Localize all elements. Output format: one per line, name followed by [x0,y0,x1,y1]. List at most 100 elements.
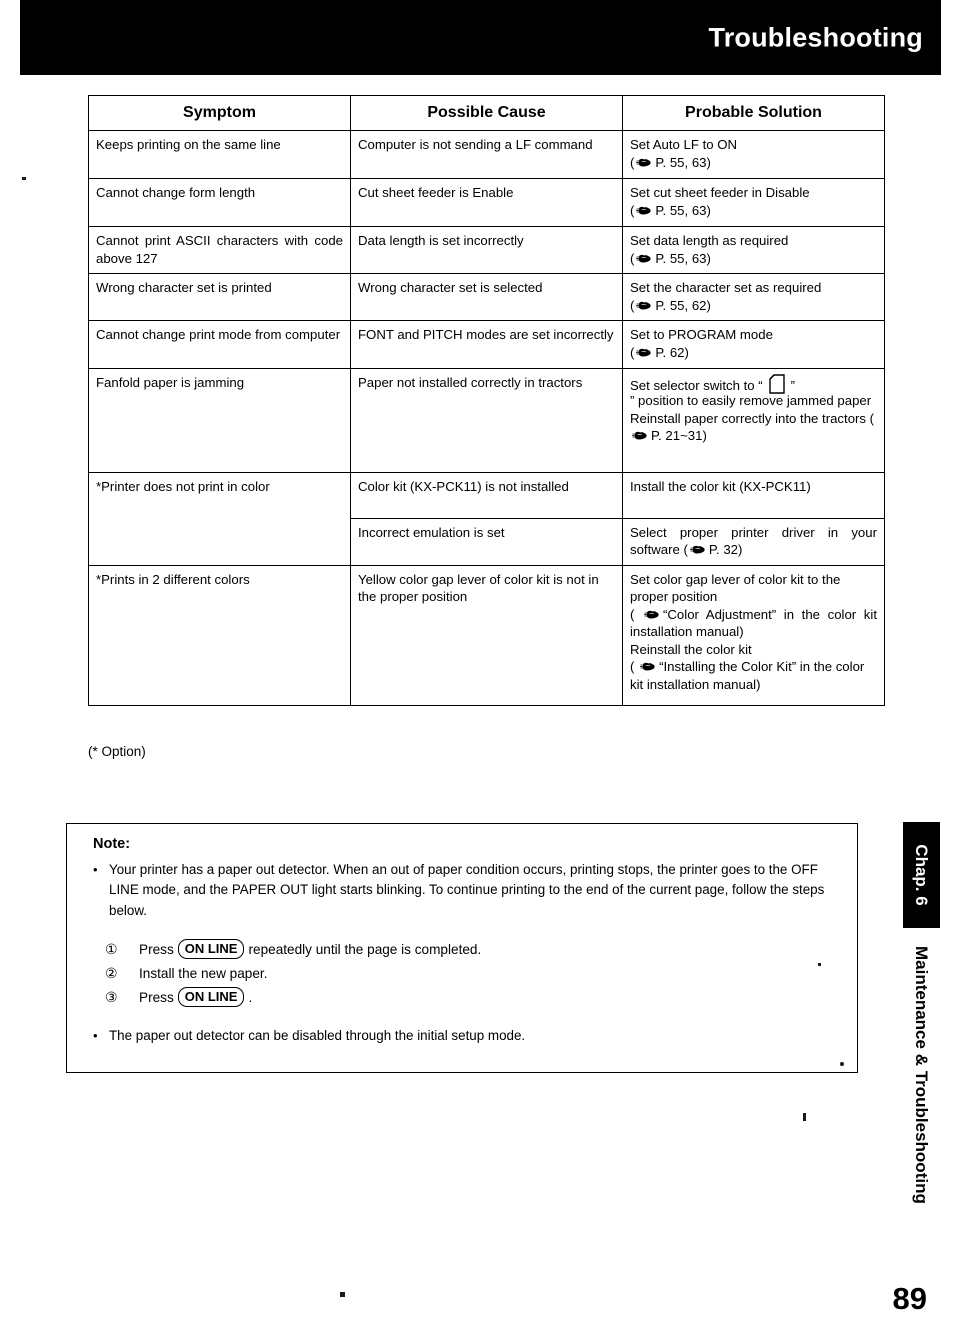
pointing-hand-icon [689,544,706,555]
chapter-name-vertical: Maintenance & Troubleshooting [912,946,931,1204]
step-text-pre: Install the new paper. [139,965,268,981]
cell-symptom: *Printer does not print in color [88,471,351,566]
step-number: ② [105,964,118,981]
note-steps-list: ① Press ON LINE repeatedly until the pag… [105,937,481,1009]
scan-speck [803,1113,806,1121]
pointing-hand-icon [639,661,656,672]
option-footnote: (* Option) [88,744,146,759]
scan-speck [818,963,821,966]
cell-cause: Paper not installed correctly in tractor… [350,367,623,473]
solution-line: Set data length as required [630,233,789,249]
note-paragraph: • The paper out detector can be disabled… [93,1026,833,1046]
solution-line: Set selector switch to “” [630,373,877,395]
chapter-tab-label: Chap. 6 [912,844,931,906]
solution-line: Set color gap lever of color kit to the … [630,571,841,605]
on-line-key[interactable]: ON LINE [177,986,245,1008]
cell-symptom: Wrong character set is printed [88,273,351,322]
cell-symptom: Cannot print ASCII characters with code … [88,226,351,275]
list-item: ② Install the new paper. [105,961,481,985]
cell-solution: Set cut sheet feeder in Disable (P. 55, … [622,178,885,228]
solution-line: ( “Installing the Color Kit” in the colo… [630,659,865,692]
solution-line: ( “Color Adjustment” in the color kit in… [630,606,877,640]
cell-cause: Yellow color gap lever of color kit is n… [350,564,623,706]
cell-cause: Computer is not sending a LF command [350,130,623,180]
list-item: ③ Press ON LINE . [105,985,481,1009]
solution-line: Set to PROGRAM mode [630,327,773,343]
note-paragraph-text: The paper out detector can be disabled t… [109,1028,526,1043]
step-text-pre: Press [139,989,174,1005]
solution-line: Set Auto LF to ON [630,137,738,153]
cell-symptom: *Prints in 2 different colors [88,564,351,706]
solution-reference: (P. 55, 63) [630,250,711,266]
pointing-hand-icon [635,347,652,358]
pointing-hand-icon [631,430,648,441]
step-number: ③ [105,988,118,1005]
table-row: Fanfold paper is jamming Paper not insta… [88,367,885,473]
solution-reference: (P. 55, 62) [630,297,711,313]
table-row: Keeps printing on the same line Computer… [88,130,885,180]
table-row: Cannot change print mode from computer F… [88,320,885,369]
bullet-icon: • [93,1028,98,1043]
cell-solution: Select proper printer driver in your sof… [622,517,885,566]
cell-cause: Data length is set incorrectly [350,226,623,275]
page-title: Troubleshooting [708,22,923,52]
note-paragraph: • Your printer has a paper out detector.… [93,860,833,921]
column-header-possible-cause: Possible Cause [350,94,623,132]
solution-reference: (P. 62) [630,345,689,360]
table-row: Cannot change form length Cut sheet feed… [88,178,885,228]
cell-solution: Set selector switch to “” ” position to … [622,367,885,473]
table-row: Wrong character set is printed Wrong cha… [88,273,885,322]
solution-reference: (P. 55, 63) [630,154,711,170]
cell-symptom: Fanfold paper is jamming [88,367,351,473]
table-row: Cannot print ASCII characters with code … [88,226,885,275]
cell-solution: Set to PROGRAM mode (P. 62) [622,320,885,369]
cell-symptom: Keeps printing on the same line [88,130,351,180]
cell-symptom: Cannot change form length [88,178,351,228]
column-header-probable-solution: Probable Solution [622,94,885,132]
solution-line: Set cut sheet feeder in Disable [630,185,810,201]
step-number: ① [105,940,118,957]
note-title: Note: [93,836,131,852]
solution-line: Reinstall paper correctly into the tract… [630,410,875,444]
table-header-row: Symptom Possible Cause Probable Solution [88,94,885,132]
page-header-banner: Troubleshooting [20,0,941,75]
solution-line: Reinstall the color kit [630,641,752,657]
bullet-icon: • [93,862,98,877]
pointing-hand-icon [635,157,652,168]
cell-cause: Incorrect emulation is set [350,517,623,566]
column-header-symptom: Symptom [88,94,351,132]
solution-line: Set the character set as required [630,280,822,296]
table-row: *Printer does not print in color Color k… [88,471,885,566]
step-text-pre: Press [139,941,174,957]
page-number: 89 [892,1281,927,1316]
cell-solution: Set data length as required (P. 55, 63) [622,226,885,275]
list-item: ① Press ON LINE repeatedly until the pag… [105,937,481,961]
cell-symptom: Cannot change print mode from computer [88,320,351,369]
cell-solution: Set color gap lever of color kit to the … [622,564,885,706]
cell-cause: FONT and PITCH modes are set incorrectly [350,320,623,369]
scan-speck [340,1292,345,1297]
cell-cause: Color kit (KX-PCK11) is not installed [350,471,623,519]
cell-solution: Install the color kit (KX-PCK11) [622,471,885,519]
cell-cause: Cut sheet feeder is Enable [350,178,623,228]
pointing-hand-icon [635,253,652,264]
step-text-post: . [248,989,253,1005]
chapter-tab: Chap. 6 [903,822,940,928]
cell-cause: Wrong character set is selected [350,273,623,322]
solution-reference: (P. 55, 63) [630,202,711,218]
table-row: *Prints in 2 different colors Yellow col… [88,564,885,706]
note-paragraph-text: Your printer has a paper out detector. W… [109,862,825,918]
on-line-key[interactable]: ON LINE [177,938,245,960]
cell-solution: Set Auto LF to ON (P. 55, 63) [622,130,885,180]
troubleshooting-table: Symptom Possible Cause Probable Solution… [88,94,885,706]
pointing-hand-icon [643,609,660,620]
solution-line: ” position to easily remove jammed paper [630,393,872,409]
step-text-post: repeatedly until the page is completed. [248,941,482,957]
scan-speck [840,1062,844,1066]
pointing-hand-icon [635,300,652,311]
note-box: Note: • Your printer has a paper out det… [66,823,858,1073]
scan-speck [22,177,26,180]
cell-solution: Set the character set as required (P. 55… [622,273,885,322]
pointing-hand-icon [635,205,652,216]
cut-sheet-icon [768,373,785,394]
